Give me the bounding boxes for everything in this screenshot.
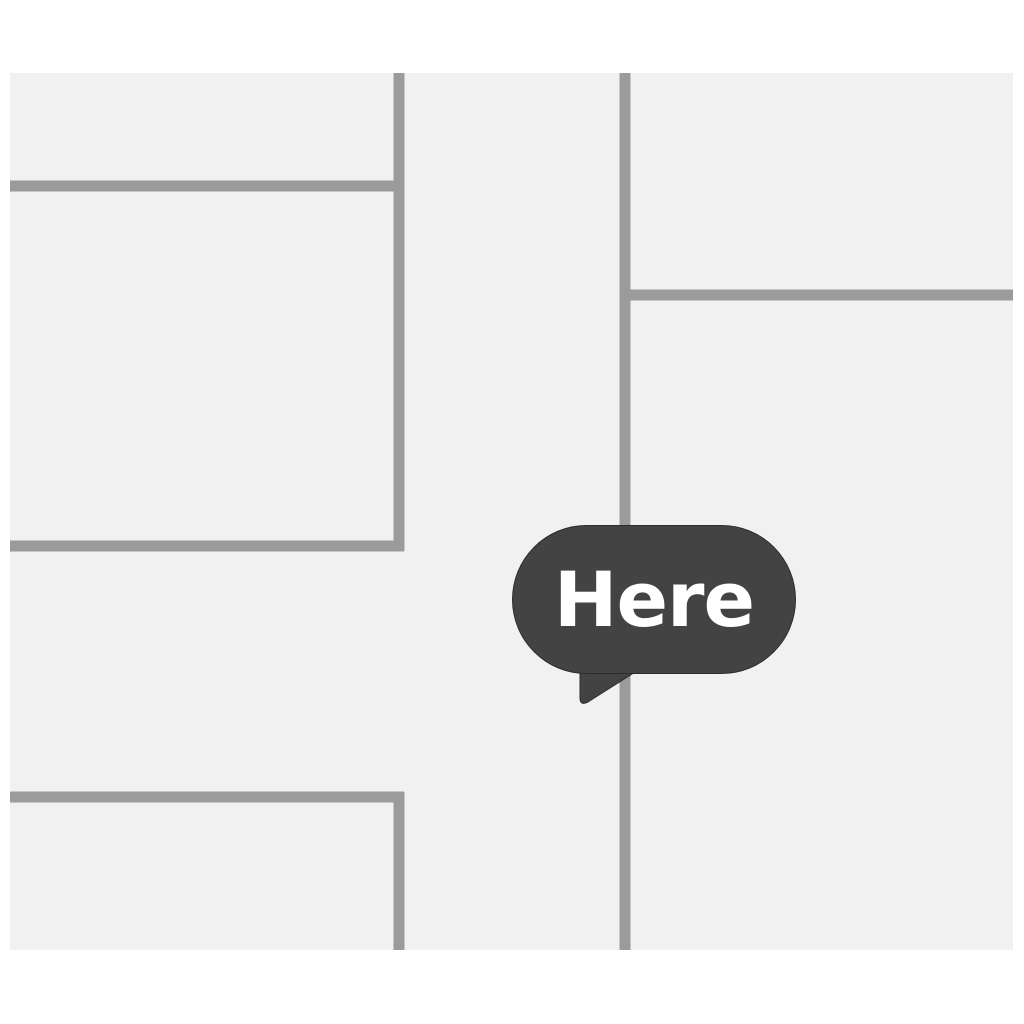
- map-canvas: Here: [0, 0, 1024, 1024]
- floor-plan-map[interactable]: [10, 73, 1013, 950]
- here-marker-label: Here: [553, 554, 755, 644]
- floor-plan-walls: [10, 73, 1013, 950]
- here-marker-bubble[interactable]: Here: [513, 526, 795, 673]
